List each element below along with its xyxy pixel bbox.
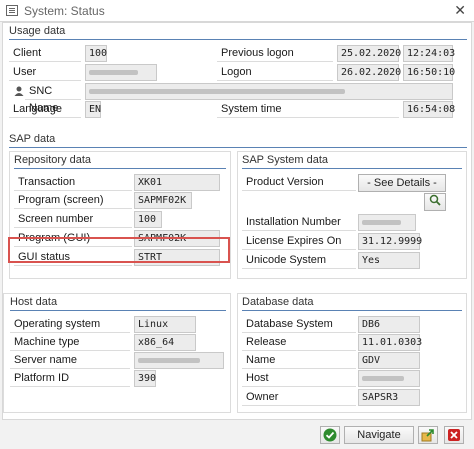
close-icon[interactable]: ✕ (454, 2, 466, 19)
magnifier-button[interactable] (424, 193, 446, 211)
cancel-button[interactable] (444, 426, 464, 444)
group-divider (14, 168, 226, 169)
repository-data-title: Repository data (14, 154, 92, 166)
database-data-title: Database data (242, 296, 314, 308)
owner-field: SAPSR3 (358, 389, 420, 406)
database-system-field: DB6 (358, 316, 420, 333)
program-screen-field: SAPMF02K (134, 192, 192, 209)
unicode-system-field: Yes (358, 252, 420, 269)
group-divider (9, 39, 467, 40)
product-version-details-button[interactable]: - See Details - (358, 174, 446, 192)
user-label: User (9, 64, 81, 81)
group-divider (242, 168, 462, 169)
title-bar: System: Status ✕ (0, 0, 474, 22)
client-label: Client (9, 45, 81, 62)
group-divider (9, 147, 467, 148)
window-icon (6, 5, 18, 16)
system-time-field: 16:54:08 (403, 101, 455, 118)
export-icon (421, 429, 434, 442)
previous-logon-date: 25.02.2020 (337, 45, 401, 62)
sap-system-data-title: SAP System data (242, 154, 329, 166)
screen-number-field: 100 (134, 211, 162, 228)
installation-number-label: Installation Number (242, 214, 356, 231)
db-host-field: ██████ (358, 370, 420, 387)
previous-logon-label: Previous logon (217, 45, 333, 62)
installation-number-field: ██████ (358, 214, 416, 231)
db-host-label: Host (242, 370, 356, 387)
logon-date: 26.02.2020 (337, 64, 401, 81)
gui-status-field: STRT (134, 249, 220, 266)
user-field: ██████ (85, 64, 157, 81)
magnifier-icon (429, 194, 441, 206)
program-gui-label: Program (GUI) (14, 230, 132, 247)
snc-name-label: SNC Name (25, 83, 81, 114)
client-field: 100 (85, 45, 107, 62)
dialog-content: Usage data Client 100 User ██████ SNC Na… (2, 22, 472, 420)
database-system-label: Database System (242, 316, 356, 333)
gui-status-label: GUI status (14, 249, 132, 266)
cancel-icon (448, 429, 460, 441)
sap-data-group: SAP data Repository data Transaction XK0… (3, 133, 469, 285)
machine-type-label: Machine type (10, 334, 130, 351)
host-data-group: Host data Operating system Linux Machine… (3, 293, 231, 413)
release-label: Release (242, 334, 356, 351)
operating-system-label: Operating system (10, 316, 130, 333)
owner-label: Owner (242, 389, 356, 406)
logon-time: 16:50:10 (403, 64, 455, 81)
button-bar: Navigate (0, 422, 474, 449)
repository-data-group: Repository data Transaction XK01 Program… (9, 151, 231, 279)
program-gui-field: SAPMF02K (134, 230, 220, 247)
program-screen-label: Program (screen) (14, 192, 132, 209)
logon-label: Logon (217, 64, 333, 81)
navigate-button[interactable]: Navigate (344, 426, 414, 444)
server-name-field: ████████ (134, 352, 224, 369)
usage-data-group: Usage data Client 100 User ██████ SNC Na… (3, 25, 469, 121)
snc-icon (13, 85, 25, 97)
database-data-group: Database data Database System DB6 Releas… (237, 293, 467, 413)
platform-id-label: Platform ID (10, 370, 130, 387)
platform-id-field: 390 (134, 370, 156, 387)
group-divider (242, 310, 462, 311)
usage-data-title: Usage data (9, 25, 66, 37)
release-field: 11.01.0303 (358, 334, 422, 351)
db-name-label: Name (242, 352, 356, 369)
group-divider (10, 310, 226, 311)
language-label: Language (9, 101, 81, 118)
server-name-label: Server name (10, 352, 130, 369)
window-title: System: Status (24, 4, 105, 18)
check-icon (323, 428, 337, 442)
host-data-title: Host data (10, 296, 58, 308)
sap-data-title: SAP data (9, 133, 56, 145)
machine-type-field: x86_64 (134, 334, 196, 351)
export-button[interactable] (418, 426, 438, 444)
snc-name-field: ████████████████████████████ (85, 83, 453, 100)
unicode-system-label: Unicode System (242, 252, 356, 269)
sap-system-data-group: SAP System data Product Version - See De… (237, 151, 467, 279)
screen-number-label: Screen number (14, 211, 132, 228)
operating-system-field: Linux (134, 316, 196, 333)
system-time-label: System time (217, 101, 399, 118)
previous-logon-time: 12:24:03 (403, 45, 455, 62)
transaction-label: Transaction (14, 174, 132, 191)
db-name-field: GDV (358, 352, 420, 369)
confirm-button[interactable] (320, 426, 340, 444)
language-field: EN (85, 101, 101, 118)
license-expires-label: License Expires On (242, 233, 356, 250)
product-version-label: Product Version (242, 174, 356, 191)
transaction-field: XK01 (134, 174, 220, 191)
license-expires-field: 31.12.9999 (358, 233, 422, 250)
